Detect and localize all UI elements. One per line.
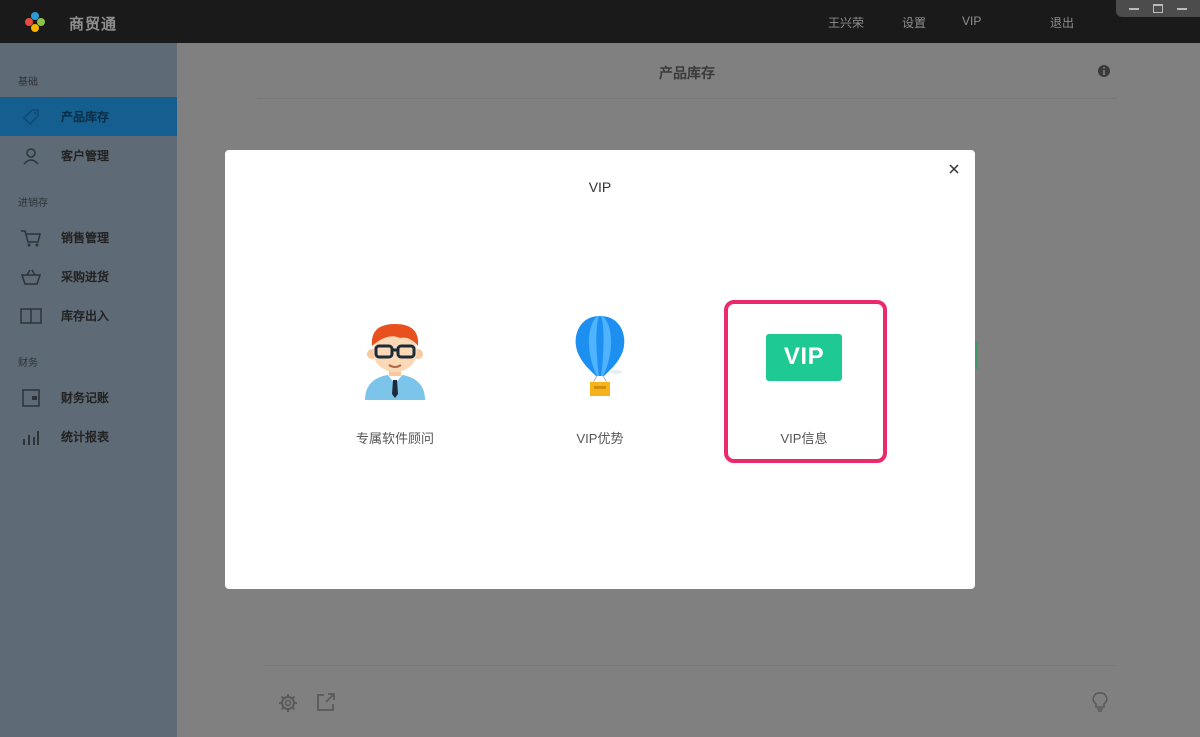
vip-dialog: VIP 专属软件顾问 VIP优势 VIP VIP信息 — [225, 150, 975, 589]
card-label: 专属软件顾问 — [355, 431, 434, 446]
hot-air-balloon-icon — [525, 312, 675, 402]
modal-overlay: VIP 专属软件顾问 VIP优势 VIP VIP信息 — [0, 0, 1200, 737]
card-label: VIP优势 — [576, 431, 624, 446]
close-button[interactable] — [945, 160, 963, 178]
selection-highlight — [724, 300, 887, 463]
dialog-title: VIP — [588, 179, 612, 195]
card-vip-advantages[interactable]: VIP优势 — [525, 302, 675, 452]
advisor-avatar-icon — [320, 312, 470, 402]
close-icon — [949, 164, 959, 174]
card-dedicated-advisor[interactable]: 专属软件顾问 — [320, 302, 470, 452]
